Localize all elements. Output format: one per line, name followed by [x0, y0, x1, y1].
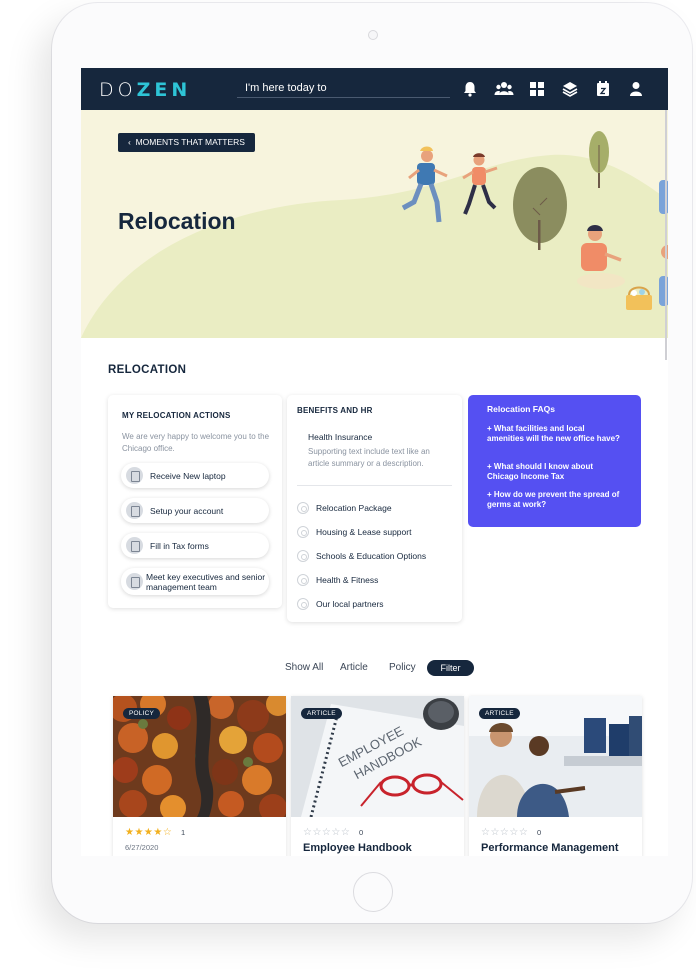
- rating-count: 0: [537, 828, 542, 837]
- filter-article[interactable]: Article: [340, 662, 368, 673]
- rating-count: 0: [359, 828, 364, 837]
- grid-icon[interactable]: [528, 80, 546, 98]
- actions-card-heading: MY RELOCATION ACTIONS: [122, 411, 231, 420]
- calendar-icon[interactable]: [594, 80, 612, 98]
- benefits-card-heading: BENEFITS AND HR: [297, 406, 373, 415]
- checklist-icon: [126, 537, 143, 554]
- faq-card: Relocation FAQs + What facilities and lo…: [468, 395, 641, 527]
- top-navigation-bar: DOZEN I'm here today to: [81, 68, 668, 110]
- post-type-badge: ARTICLE: [479, 708, 520, 719]
- target-icon: [297, 598, 309, 610]
- dozen-logo[interactable]: DOZEN: [99, 79, 191, 101]
- layers-icon[interactable]: [561, 80, 579, 98]
- group-icon[interactable]: [494, 80, 514, 98]
- faq-question[interactable]: + What should I know about Chicago Incom…: [487, 462, 622, 481]
- scrollbar[interactable]: [665, 110, 667, 360]
- bell-icon[interactable]: [461, 80, 479, 98]
- user-icon[interactable]: [627, 80, 645, 98]
- faq-question[interactable]: + How do we prevent the spread of germs …: [487, 490, 622, 509]
- section-title: RELOCATION: [108, 364, 187, 376]
- faq-question[interactable]: + What facilities and local amenities wi…: [487, 424, 622, 443]
- action-item[interactable]: Meet key executives and senior managemen…: [121, 568, 269, 595]
- hero-banner: ‹ MOMENTS THAT MATTERS Relocation: [81, 110, 668, 338]
- search-input[interactable]: I'm here today to: [237, 78, 450, 98]
- star-rating[interactable]: ★★★★☆: [125, 827, 172, 838]
- back-button-label: MOMENTS THAT MATTERS: [135, 137, 245, 147]
- post-title[interactable]: Employee Handbook: [303, 842, 412, 854]
- post-type-badge: ARTICLE: [301, 708, 342, 719]
- divider: [297, 485, 452, 486]
- benefit-item-label: Our local partners: [316, 599, 384, 609]
- post-title[interactable]: Performance Management: [481, 842, 619, 854]
- back-button[interactable]: ‹ MOMENTS THAT MATTERS: [118, 133, 255, 152]
- action-item[interactable]: Setup your account: [121, 498, 269, 523]
- actions-card-intro: We are very happy to welcome you to the …: [122, 432, 270, 453]
- target-icon: [297, 550, 309, 562]
- checklist-icon: [126, 502, 143, 519]
- checklist-icon: [126, 573, 143, 590]
- checklist-icon: [126, 467, 143, 484]
- target-icon: [297, 502, 309, 514]
- faq-heading: Relocation FAQs: [487, 404, 556, 414]
- benefit-item-label: Housing & Lease support: [316, 527, 412, 537]
- post-date: 6/27/2020: [125, 843, 159, 852]
- benefits-card: BENEFITS AND HR Health Insurance Support…: [287, 395, 462, 622]
- star-rating[interactable]: ☆☆☆☆☆: [303, 827, 350, 838]
- app-screen: DOZEN I'm here today to ‹ MOMENTS THAT M…: [81, 68, 668, 856]
- action-item-label: Meet key executives and senior managemen…: [146, 572, 266, 592]
- logo-suffix: ZEN: [136, 79, 192, 101]
- action-item[interactable]: Receive New laptop: [121, 463, 269, 488]
- action-item-label: Setup your account: [150, 506, 224, 516]
- content-card[interactable]: POLICY ★★★★☆ 1 6/27/2020: [113, 696, 286, 856]
- content-card[interactable]: ARTICLE ☆☆☆☆☆ 0 Performance Management: [469, 696, 642, 856]
- filter-show-all[interactable]: Show All: [285, 662, 323, 673]
- camera: [368, 30, 378, 40]
- relocation-actions-card: MY RELOCATION ACTIONS We are very happy …: [108, 395, 282, 608]
- featured-benefit-title[interactable]: Health Insurance: [308, 432, 372, 442]
- page-title: Relocation: [118, 208, 236, 234]
- benefit-item-label: Relocation Package: [316, 503, 392, 513]
- action-item-label: Receive New laptop: [150, 471, 226, 481]
- star-rating[interactable]: ☆☆☆☆☆: [481, 827, 528, 838]
- action-item-label: Fill in Tax forms: [150, 541, 209, 551]
- post-type-badge: POLICY: [123, 708, 161, 719]
- logo-prefix: DO: [99, 79, 137, 101]
- home-button[interactable]: [353, 872, 393, 912]
- rating-count: 1: [181, 828, 186, 837]
- featured-benefit-text: Supporting text include text like an art…: [308, 447, 430, 468]
- benefit-item-label: Schools & Education Options: [316, 551, 427, 561]
- target-icon: [297, 526, 309, 538]
- action-item[interactable]: Fill in Tax forms: [121, 533, 269, 558]
- filter-button[interactable]: Filter: [427, 660, 474, 676]
- target-icon: [297, 574, 309, 586]
- filter-policy[interactable]: Policy: [389, 662, 416, 673]
- benefit-item-label: Health & Fitness: [316, 575, 379, 585]
- content-card[interactable]: EMPLOYEE HANDBOOK ARTICLE ☆☆☆☆☆ 0 Employ…: [291, 696, 464, 856]
